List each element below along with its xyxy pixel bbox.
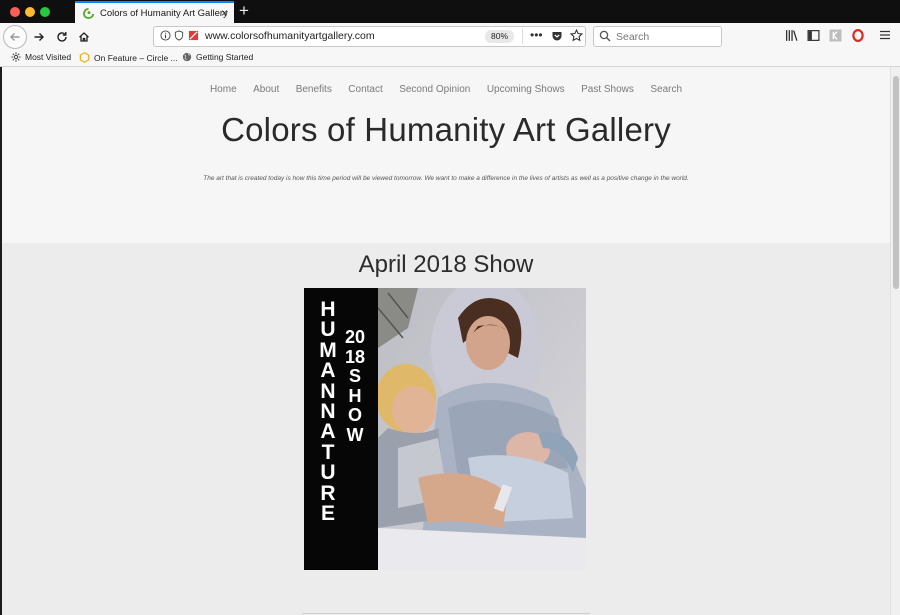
nav-benefits-link[interactable]: Benefits [296, 84, 332, 95]
url-separator [522, 29, 523, 44]
pocket-icon[interactable] [551, 30, 563, 42]
bookmark-label: On Feature – Circle ... [94, 52, 178, 63]
site-tagline: The art that is created today is how thi… [203, 175, 689, 182]
nav-second-opinion-link[interactable]: Second Opinion [399, 84, 470, 95]
poster-text-2018-show: 2018SHOW [344, 327, 366, 445]
page-actions-icon[interactable]: ••• [530, 28, 543, 42]
page-scrollbar[interactable] [890, 67, 900, 615]
nav-home-link[interactable]: Home [210, 84, 237, 95]
tab-active[interactable]: Colors of Humanity Art Gallery × [75, 1, 234, 23]
tracking-shield-icon[interactable] [174, 30, 184, 41]
back-arrow-icon [10, 33, 20, 41]
bookmark-on-feature[interactable]: On Feature – Circle ... [79, 52, 178, 63]
show-title: April 2018 Show [358, 251, 534, 278]
site-navigation: Home About Benefits Contact Second Opini… [2, 79, 890, 97]
info-icon[interactable] [160, 30, 171, 41]
forward-button[interactable] [30, 25, 48, 49]
search-icon [599, 30, 611, 42]
painting-mother-children [378, 288, 586, 570]
search-bar[interactable]: Search [593, 26, 722, 47]
site-title: Colors of Humanity Art Gallery [221, 111, 671, 148]
scrollbar-thumb[interactable] [893, 76, 899, 289]
poster-text-human-nature: HUMANNATURE [319, 298, 337, 526]
nav-search-link[interactable]: Search [650, 84, 682, 95]
bookmark-label: Getting Started [196, 52, 254, 62]
nav-past-shows-link[interactable]: Past Shows [581, 84, 634, 95]
bookmark-label: Most Visited [25, 52, 72, 62]
navigation-toolbar: www.colorsofhumanityartgallery.com 80% •… [0, 23, 900, 51]
gear-icon [11, 52, 21, 62]
close-window-button[interactable] [10, 7, 20, 17]
zoom-level-badge[interactable]: 80% [485, 30, 514, 43]
bookmarks-toolbar: Most Visited On Feature – Circle ... Get… [0, 51, 900, 67]
hamburger-menu-icon[interactable] [879, 29, 891, 41]
back-button[interactable] [3, 25, 27, 49]
gallery-favicon-icon [83, 7, 94, 19]
site-header: Home About Benefits Contact Second Opini… [2, 67, 890, 243]
poster-title-band: HUMANNATURE 2018SHOW [304, 288, 378, 570]
home-icon [79, 32, 89, 42]
opera-extension-icon[interactable] [852, 29, 864, 42]
zoom-window-button[interactable] [40, 7, 50, 17]
home-button[interactable] [75, 25, 93, 49]
url-bar[interactable]: www.colorsofhumanityartgallery.com 80% •… [153, 26, 586, 47]
nav-contact-link[interactable]: Contact [348, 84, 382, 95]
show-poster-image[interactable]: HUMANNATURE 2018SHOW [304, 288, 586, 570]
tab-close-icon[interactable]: × [221, 6, 228, 20]
globe-icon [182, 52, 192, 62]
bookmark-most-visited[interactable]: Most Visited [11, 52, 71, 62]
search-placeholder: Search [616, 31, 650, 43]
permissions-blocked-icon[interactable] [188, 30, 199, 41]
minimize-window-button[interactable] [25, 7, 35, 17]
content-divider [302, 613, 590, 614]
reload-icon [57, 32, 67, 42]
forward-arrow-icon [34, 33, 44, 41]
nav-upcoming-shows-link[interactable]: Upcoming Shows [487, 84, 565, 95]
nav-about-link[interactable]: About [253, 84, 279, 95]
hexagon-icon [79, 52, 90, 63]
reload-button[interactable] [53, 25, 71, 49]
new-tab-button[interactable]: + [239, 1, 249, 21]
main-content: April 2018 Show HUMANNATURE 2018SHOW [2, 243, 890, 615]
page-viewport: Home About Benefits Contact Second Opini… [2, 67, 890, 615]
sidebar-toggle-icon[interactable] [807, 29, 820, 42]
tab-title: Colors of Humanity Art Gallery [100, 7, 228, 19]
url-text[interactable]: www.colorsofhumanityartgallery.com [205, 30, 375, 42]
extension-icon[interactable] [829, 29, 842, 42]
bookmark-getting-started[interactable]: Getting Started [182, 52, 253, 62]
window-titlebar: Colors of Humanity Art Gallery × + [0, 0, 900, 23]
library-icon[interactable] [785, 29, 798, 42]
bookmark-star-icon[interactable] [570, 29, 583, 42]
